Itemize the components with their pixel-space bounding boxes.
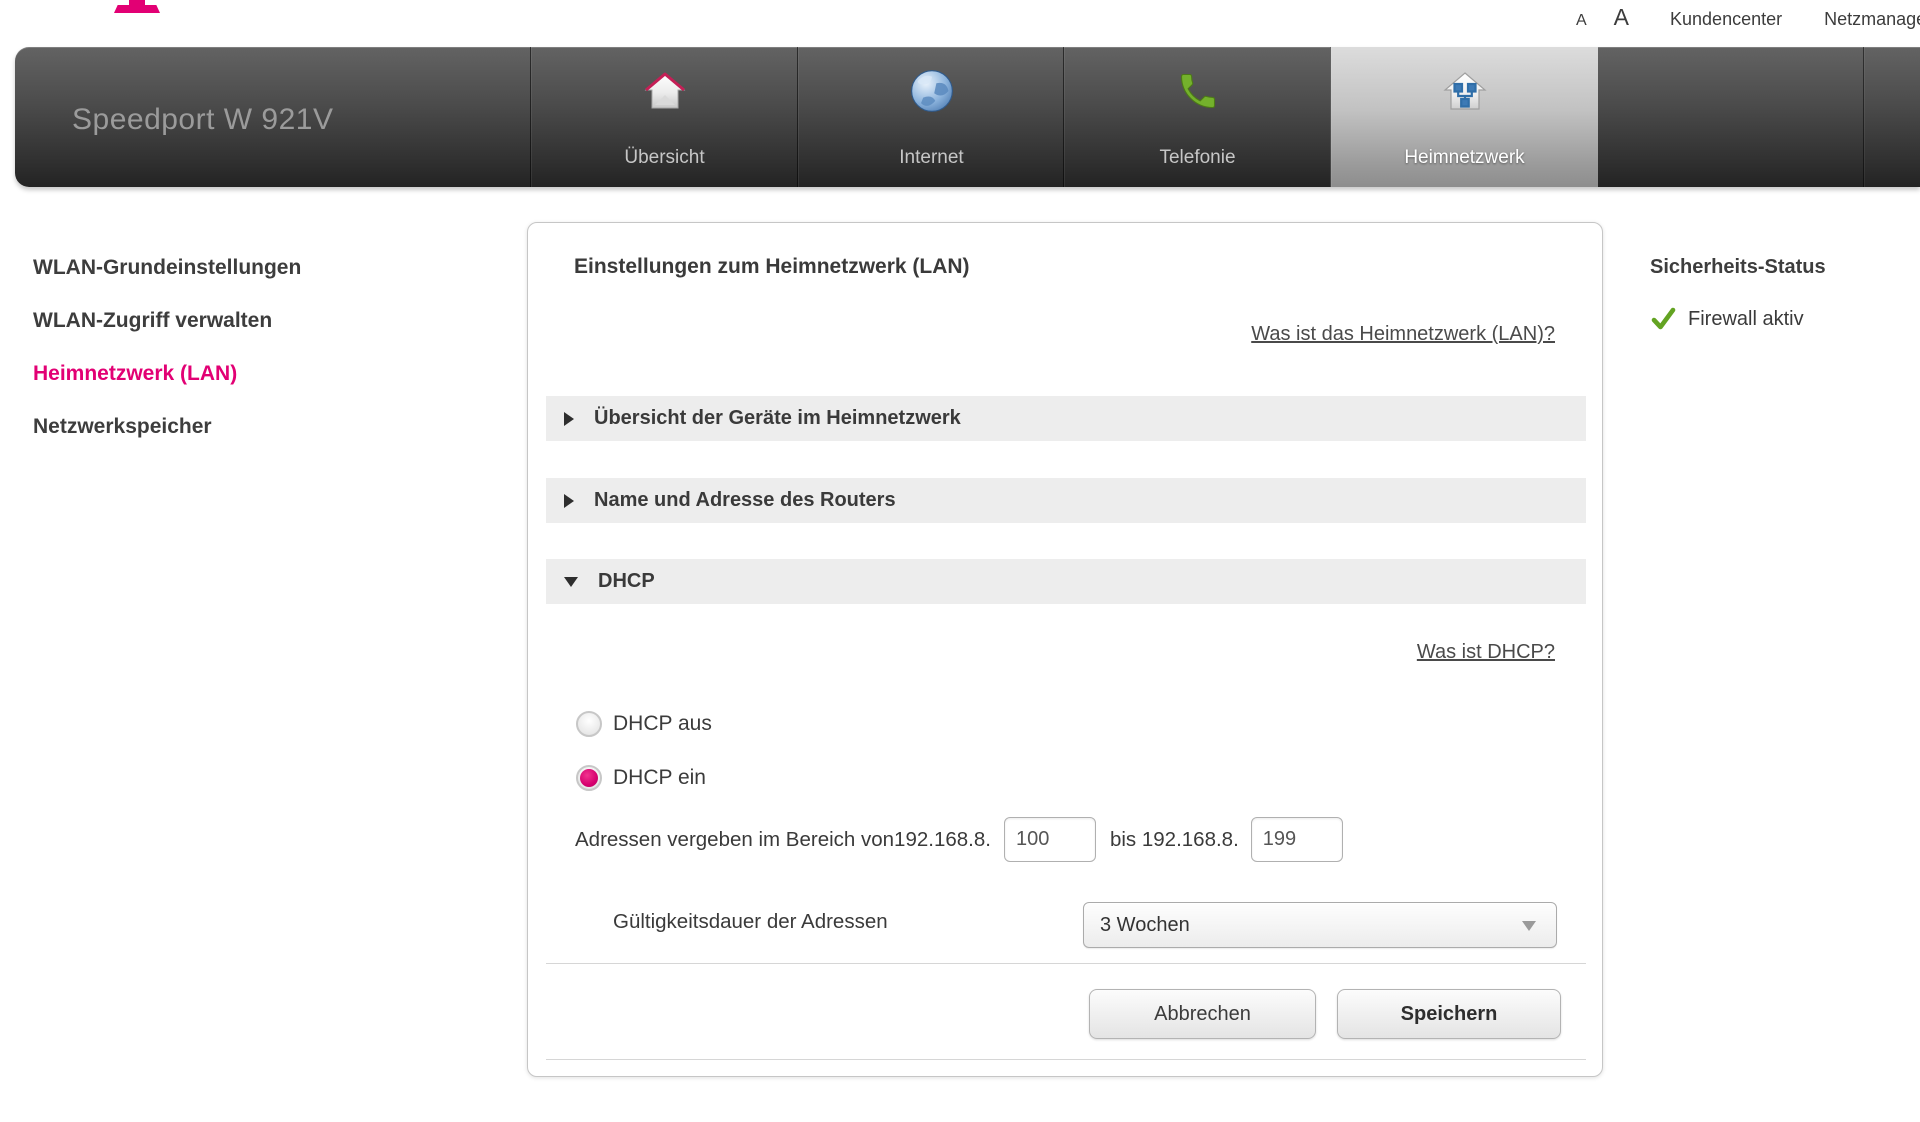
sidebar-item-wlan-grundeinstellungen[interactable]: WLAN-Grundeinstellungen	[33, 241, 473, 294]
lease-duration-value: 3 Wochen	[1100, 903, 1190, 947]
save-button[interactable]: Speichern	[1337, 989, 1561, 1039]
chevron-down-icon	[564, 577, 578, 587]
firewall-status-item: Firewall aktiv	[1650, 306, 1826, 332]
accordion-geraete-uebersicht[interactable]: Übersicht der Geräte im Heimnetzwerk	[546, 396, 1586, 441]
tab-heimnetzwerk[interactable]: Heimnetzwerk	[1330, 47, 1598, 187]
check-icon	[1650, 306, 1676, 332]
home-icon	[643, 69, 687, 113]
globe-icon	[910, 69, 954, 113]
chevron-right-icon	[564, 412, 574, 426]
header-links: A A Kundencenter Netzmanager	[1576, 4, 1920, 31]
tab-label: Internet	[798, 147, 1065, 169]
tab-label: Heimnetzwerk	[1331, 147, 1598, 169]
phone-icon	[1176, 69, 1220, 113]
range-mid-label: bis 192.168.8.	[1110, 828, 1239, 852]
tab-internet[interactable]: Internet	[797, 47, 1065, 187]
kundencenter-link[interactable]: Kundencenter	[1670, 9, 1782, 30]
help-link-heimnetzwerk[interactable]: Was ist das Heimnetzwerk (LAN)?	[1251, 323, 1555, 346]
font-size-large-button[interactable]: A	[1614, 4, 1629, 31]
lease-duration-label: Gültigkeitsdauer der Adressen	[613, 910, 888, 934]
dhcp-on-radio[interactable]: DHCP ein	[576, 765, 706, 791]
sidebar-item-heimnetzwerk-lan[interactable]: Heimnetzwerk (LAN)	[33, 347, 473, 400]
telekom-logo-icon	[114, 0, 160, 13]
dropdown-arrow-icon	[1522, 921, 1536, 931]
radio-label: DHCP aus	[613, 712, 712, 736]
range-prefix-label: Adressen vergeben im Bereich von192.168.…	[575, 828, 991, 852]
divider	[546, 963, 1586, 964]
page-title: Einstellungen zum Heimnetzwerk (LAN)	[574, 255, 970, 279]
nav-divider	[1863, 47, 1864, 187]
tab-telefonie[interactable]: Telefonie	[1063, 47, 1331, 187]
firewall-status-label: Firewall aktiv	[1688, 308, 1804, 331]
lease-duration-select[interactable]: 3 Wochen	[1083, 902, 1557, 948]
tab-label: Telefonie	[1064, 147, 1331, 169]
main-navbar: Speedport W 921V Übersicht	[15, 47, 1920, 187]
divider	[546, 1059, 1586, 1060]
sidebar-item-netzwerkspeicher[interactable]: Netzwerkspeicher	[33, 400, 473, 453]
radio-unselected-icon[interactable]	[576, 711, 602, 737]
device-name: Speedport W 921V	[72, 47, 334, 193]
chevron-right-icon	[564, 494, 574, 508]
router-admin-page: A A Kundencenter Netzmanager Speedport W…	[0, 0, 1920, 1122]
radio-selected-icon[interactable]	[576, 765, 602, 791]
settings-sidebar: WLAN-Grundeinstellungen WLAN-Zugriff ver…	[33, 241, 473, 453]
tab-uebersicht[interactable]: Übersicht	[530, 47, 798, 187]
help-link-dhcp[interactable]: Was ist DHCP?	[1417, 641, 1555, 664]
home-network-icon	[1443, 69, 1487, 113]
lan-settings-panel: Einstellungen zum Heimnetzwerk (LAN) Was…	[527, 222, 1603, 1077]
sidebar-item-wlan-zugriff[interactable]: WLAN-Zugriff verwalten	[33, 294, 473, 347]
font-size-small-button[interactable]: A	[1576, 12, 1587, 30]
netzmanager-link[interactable]: Netzmanager	[1824, 9, 1920, 30]
accordion-label: DHCP	[598, 570, 655, 593]
dhcp-off-radio[interactable]: DHCP aus	[576, 711, 712, 737]
range-to-input[interactable]	[1251, 817, 1343, 862]
accordion-dhcp[interactable]: DHCP	[546, 559, 1586, 604]
security-status-title: Sicherheits-Status	[1650, 256, 1826, 279]
range-from-input[interactable]	[1004, 817, 1096, 862]
security-status-panel: Sicherheits-Status Firewall aktiv	[1650, 256, 1826, 332]
accordion-name-adresse-router[interactable]: Name und Adresse des Routers	[546, 478, 1586, 523]
accordion-label: Übersicht der Geräte im Heimnetzwerk	[594, 407, 961, 430]
tab-label: Übersicht	[531, 147, 798, 169]
radio-label: DHCP ein	[613, 766, 706, 790]
dhcp-range-row: Adressen vergeben im Bereich von192.168.…	[575, 816, 1343, 863]
accordion-label: Name und Adresse des Routers	[594, 489, 896, 512]
cancel-button[interactable]: Abbrechen	[1089, 989, 1316, 1039]
